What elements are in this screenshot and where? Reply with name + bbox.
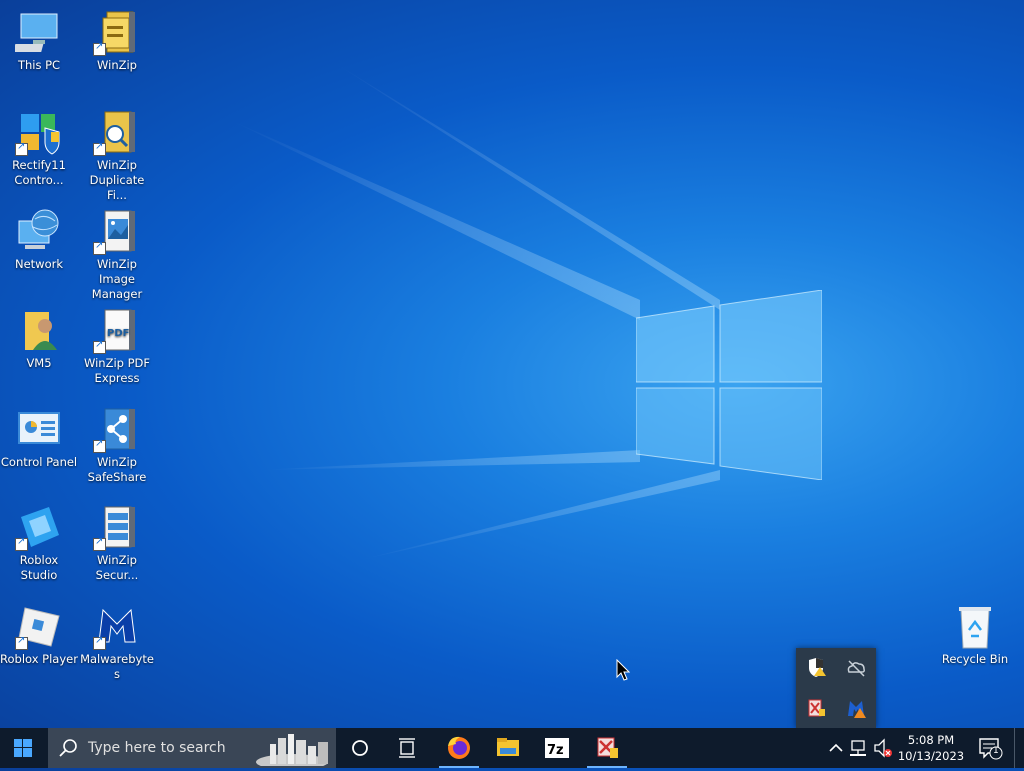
desktop-icon-rectify11[interactable]: Rectify11 Contro... — [0, 108, 78, 188]
cortana-button[interactable] — [337, 728, 383, 768]
notification-icon — [979, 738, 1003, 760]
volume-muted-icon — [874, 738, 892, 758]
wallpaper-windows-logo — [636, 290, 822, 480]
search-placeholder: Type here to search — [88, 740, 226, 756]
desktop-icon-label: VM5 — [26, 356, 52, 370]
winzip-pdf-express-icon: PDF — [93, 306, 141, 354]
task-view-icon — [399, 738, 415, 758]
search-highlight-city-icon — [256, 730, 334, 766]
taskbar-firefox[interactable] — [436, 728, 482, 768]
winzip-app-icon — [597, 737, 618, 758]
winzip-tray-icon[interactable] — [805, 697, 827, 719]
desktop-icon-label: WinZip SafeShare — [87, 455, 147, 484]
mouse-cursor-icon — [616, 659, 630, 681]
show-desktop-button[interactable] — [1014, 728, 1024, 768]
svg-text:PDF: PDF — [107, 328, 129, 339]
winzip-secure-backup-icon — [93, 503, 141, 551]
desktop-icon-label: WinZip PDF Express — [83, 356, 151, 385]
desktop-icon-label: Roblox Studio — [19, 553, 59, 582]
windows-start-icon — [14, 739, 32, 757]
clock-time: 5:08 PM — [907, 733, 955, 747]
roblox-player-icon — [15, 602, 63, 650]
desktop-icon-label: Recycle Bin — [941, 652, 1009, 666]
shortcut-arrow-icon — [93, 536, 106, 551]
search-icon — [59, 739, 77, 757]
roblox-studio-icon — [15, 503, 63, 551]
desktop-icon-roblox-player[interactable]: Roblox Player — [0, 602, 78, 667]
desktop-icon-winzip-image-manager[interactable]: WinZip Image Manager — [78, 207, 156, 302]
desktop-icon-this-pc[interactable]: This PC — [0, 8, 78, 73]
shortcut-arrow-icon — [93, 141, 106, 156]
network-icon — [15, 207, 63, 255]
desktop-icon-malwarebytes[interactable]: Malwarebytes — [78, 602, 156, 682]
user-folder-icon — [15, 306, 63, 354]
task-view-button[interactable] — [385, 728, 431, 768]
7zip-icon: 7z — [545, 738, 569, 758]
onedrive-offline-icon[interactable] — [845, 657, 867, 679]
desktop-icon-control-panel[interactable]: Control Panel — [0, 405, 78, 470]
desktop-icon-label: Roblox Player — [0, 652, 78, 666]
network-status-icon — [850, 740, 866, 756]
shortcut-arrow-icon — [15, 536, 28, 551]
taskbar-search-box[interactable]: Type here to search — [48, 728, 336, 768]
desktop-icon-roblox-studio[interactable]: Roblox Studio — [0, 503, 78, 583]
desktop-icon-label: WinZip Duplicate Fi... — [89, 158, 145, 202]
desktop-icon-winzip[interactable]: WinZip — [78, 8, 156, 73]
taskbar-7zip[interactable]: 7z — [534, 728, 580, 768]
desktop-icon-label: WinZip Image Manager — [91, 257, 143, 301]
desktop-icon-network[interactable]: Network — [0, 207, 78, 272]
show-hidden-icons-button[interactable] — [826, 728, 846, 768]
taskbar-clock[interactable]: 5:08 PM 10/13/2023 — [894, 732, 968, 764]
desktop-icon-label: Rectify11 Contro... — [12, 158, 66, 187]
notification-count: 1 — [993, 746, 999, 756]
tray-overflow-popup — [796, 648, 876, 728]
shortcut-arrow-icon — [93, 240, 106, 255]
volume-button[interactable] — [872, 728, 894, 768]
this-pc-icon — [13, 8, 63, 56]
desktop-icon-label: WinZip — [97, 58, 137, 72]
winzip-image-manager-icon — [93, 207, 141, 255]
desktop-icon-recycle-bin[interactable]: Recycle Bin — [936, 602, 1014, 667]
desktop-icon-label: Control Panel — [0, 455, 78, 469]
shortcut-arrow-icon — [93, 438, 106, 453]
desktop-icon-winzip-duplicate[interactable]: WinZip Duplicate Fi... — [78, 108, 156, 203]
shortcut-arrow-icon — [15, 635, 28, 650]
firefox-icon — [448, 736, 470, 759]
desktop-icon-winzip-pdf-express[interactable]: PDF WinZip PDF Express — [78, 306, 156, 386]
rectify11-control-icon — [15, 108, 63, 156]
security-warning-icon[interactable] — [805, 657, 827, 679]
taskbar-winzip[interactable] — [584, 728, 630, 768]
desktop-icon-label: WinZip Secur... — [95, 553, 139, 582]
desktop-icon-label: Malwarebytes — [80, 652, 154, 681]
malwarebytes-icon — [93, 602, 141, 650]
svg-text:7z: 7z — [547, 743, 564, 758]
winzip-icon — [93, 8, 141, 56]
taskbar-file-explorer[interactable] — [485, 728, 531, 768]
taskbar: Type here to search 7z 5:08 PM 10/13/202… — [0, 728, 1024, 768]
action-center-button[interactable]: 1 — [974, 728, 1006, 768]
desktop-icon-winzip-secure[interactable]: WinZip Secur... — [78, 503, 156, 583]
cortana-circle-icon — [352, 740, 368, 756]
winzip-safeshare-icon — [93, 405, 141, 453]
desktop-icon-label: Network — [14, 257, 64, 271]
shortcut-arrow-icon — [93, 41, 106, 56]
shortcut-arrow-icon — [93, 635, 106, 650]
start-button[interactable] — [0, 728, 48, 768]
network-status-button[interactable] — [848, 728, 870, 768]
shortcut-arrow-icon — [93, 339, 106, 354]
desktop-icon-vm5[interactable]: VM5 — [0, 306, 78, 371]
chevron-up-icon — [829, 743, 843, 752]
control-panel-icon — [15, 405, 63, 453]
desktop-icon-label: This PC — [17, 58, 61, 72]
recycle-bin-icon — [951, 602, 999, 650]
desktop-icon-winzip-safeshare[interactable]: WinZip SafeShare — [78, 405, 156, 485]
clock-date: 10/13/2023 — [897, 749, 965, 763]
winzip-duplicate-files-icon — [93, 108, 141, 156]
shortcut-arrow-icon — [15, 141, 28, 156]
malwarebytes-warning-icon[interactable] — [845, 697, 867, 719]
file-explorer-icon — [497, 738, 519, 756]
